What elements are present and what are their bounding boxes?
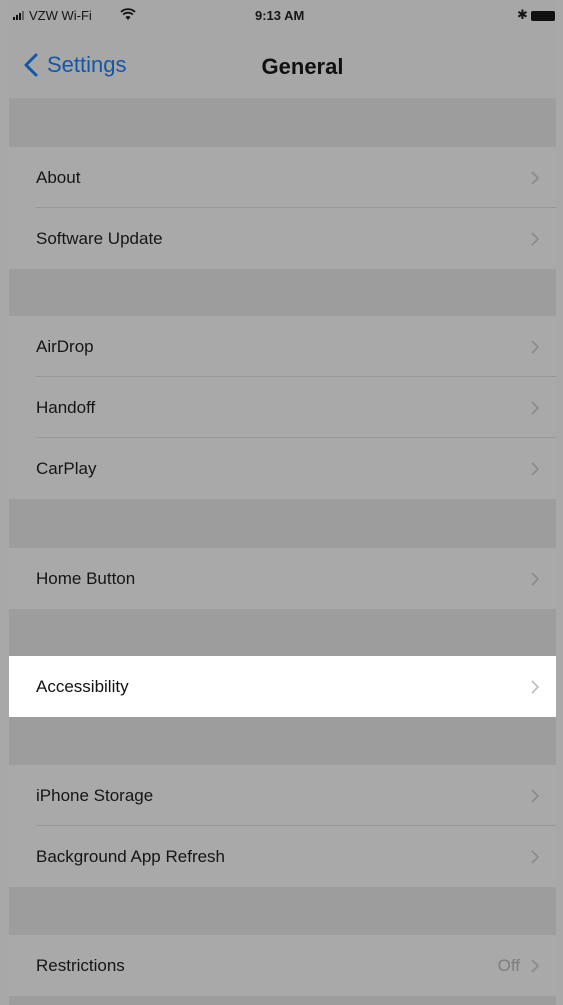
list-item-label: AirDrop [36,336,94,356]
signal-icon [13,10,24,20]
phone-screen: VZW Wi-Fi 9:13 AM ✱ Settings General Abo… [9,0,556,1005]
list-item-background-app-refresh[interactable]: Background App Refresh [9,826,556,887]
list-item-restrictions[interactable]: Restrictions Off [9,935,556,996]
list-item-handoff[interactable]: Handoff [9,377,556,438]
list-item-home-button[interactable]: Home Button [9,548,556,609]
battery-icon [531,11,555,21]
chevron-right-icon [531,679,540,694]
chevron-right-icon [531,170,540,185]
group-spacer [9,996,556,1005]
list-item-label: Restrictions [36,955,125,975]
list-item-software-update[interactable]: Software Update [9,208,556,269]
list-item-label: iPhone Storage [36,785,154,805]
navigation-bar: Settings General [9,34,556,99]
group-spacer [9,717,556,765]
list-item-accessibility[interactable]: Accessibility [9,656,556,717]
group-spacer [9,887,556,935]
group-spacer [9,98,556,147]
status-bar: VZW Wi-Fi 9:13 AM ✱ [9,0,556,34]
status-time: 9:13 AM [255,8,305,23]
list-item-about[interactable]: About [9,147,556,208]
chevron-right-icon [531,231,540,246]
carrier-name: VZW Wi-Fi [29,8,92,23]
chevron-right-icon [531,849,540,864]
list-item-label: About [36,167,81,187]
list-item-label: Background App Refresh [36,846,226,866]
list-item-carplay[interactable]: CarPlay [9,438,556,499]
list-item-label: Handoff [36,397,96,417]
list-item-airdrop[interactable]: AirDrop [9,316,556,377]
wifi-icon [120,8,136,20]
chevron-right-icon [531,571,540,586]
list-item-label: Accessibility [36,676,129,696]
group-spacer [9,499,556,548]
settings-list: About Software Update AirDrop Handoff Ca… [9,98,556,1005]
group-spacer [9,609,556,656]
restrictions-value: Off [497,955,520,975]
list-item-label: Software Update [36,228,163,248]
chevron-right-icon [531,339,540,354]
chevron-right-icon [531,461,540,476]
chevron-right-icon [531,400,540,415]
list-item-label: Home Button [36,568,136,588]
list-item-iphone-storage[interactable]: iPhone Storage [9,765,556,826]
group-spacer [9,269,556,316]
page-title: General [261,54,344,79]
chevron-right-icon [531,958,540,973]
bluetooth-icon: ✱ [517,7,528,22]
chevron-right-icon [531,788,540,803]
list-item-label: CarPlay [36,458,97,478]
